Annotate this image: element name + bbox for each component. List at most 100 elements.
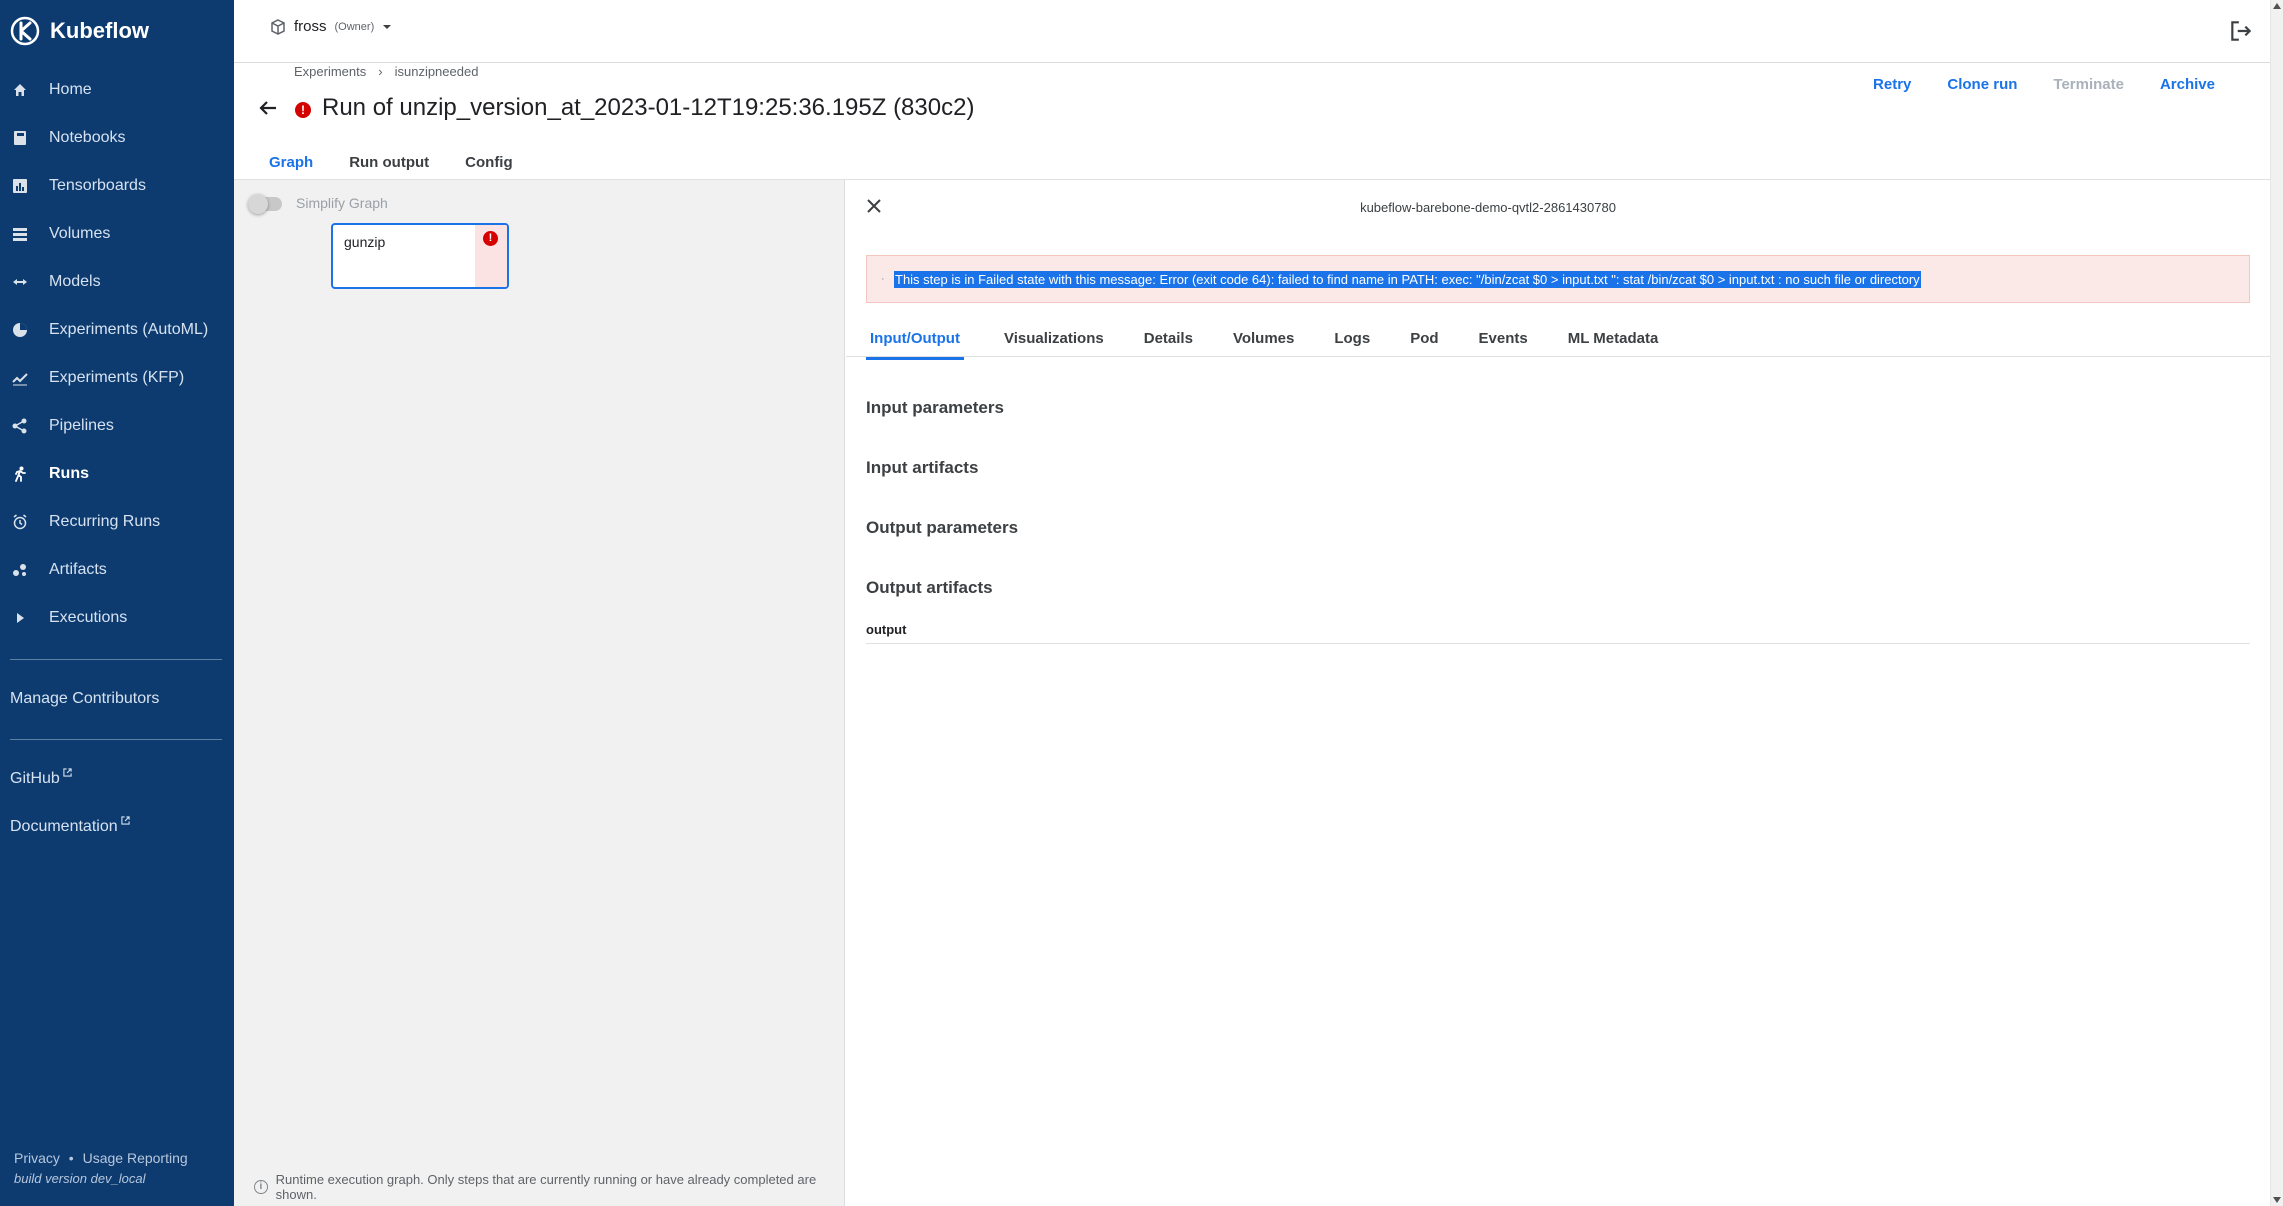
sidebar-item-volumes[interactable]: Volumes <box>0 210 234 258</box>
volumes-icon <box>10 224 30 244</box>
notebook-icon <box>10 128 30 148</box>
breadcrumb-separator: › <box>378 64 383 79</box>
sidebar-item-notebooks[interactable]: Notebooks <box>0 114 234 162</box>
sidebar-divider <box>10 739 222 740</box>
models-icon <box>10 272 30 292</box>
sidebar-nav: Home Notebooks Tensorboards Volumes Mode… <box>0 66 234 642</box>
sidebar-item-label: Notebooks <box>49 129 126 146</box>
namespace-selector[interactable]: fross (Owner) <box>270 18 392 35</box>
sidebar-item-artifacts[interactable]: Artifacts <box>0 546 234 594</box>
tab-logs[interactable]: Logs <box>1334 326 1370 360</box>
error-status-icon: ! <box>295 102 311 118</box>
footer-links: Privacy • Usage Reporting <box>14 1150 188 1166</box>
tab-events[interactable]: Events <box>1479 326 1528 360</box>
sidebar: Kubeflow Home Notebooks Tensorboards Vol… <box>0 0 234 1206</box>
sidebar-item-experiments-kfp[interactable]: Experiments (KFP) <box>0 354 234 402</box>
external-link-icon <box>63 768 72 777</box>
graph-node-status: ! <box>475 225 507 287</box>
runs-icon <box>10 464 30 484</box>
graph-node-gunzip[interactable]: gunzip ! <box>331 223 509 289</box>
simplify-graph-label: Simplify Graph <box>296 195 388 211</box>
scroll-down-icon[interactable] <box>2273 1197 2281 1203</box>
clone-run-button[interactable]: Clone run <box>1947 76 2017 93</box>
sidebar-item-models[interactable]: Models <box>0 258 234 306</box>
simplify-graph-toggle[interactable] <box>248 194 282 214</box>
breadcrumb-experiments[interactable]: Experiments <box>294 64 366 79</box>
input-artifacts-heading: Input artifacts <box>866 458 979 477</box>
output-artifact-row: output <box>866 622 2250 644</box>
tab-input-output[interactable]: Input/Output <box>866 326 964 360</box>
sidebar-item-label: Pipelines <box>49 417 114 434</box>
namespace-role: (Owner) <box>334 20 375 33</box>
sidebar-item-pipelines[interactable]: Pipelines <box>0 402 234 450</box>
caret-down-icon <box>383 24 392 29</box>
tensorboard-icon <box>10 176 30 196</box>
sidebar-item-label: Experiments (AutoML) <box>49 321 209 338</box>
logout-icon[interactable] <box>2228 18 2254 44</box>
sidebar-item-executions[interactable]: Executions <box>0 594 234 642</box>
sidebar-item-experiments-automl[interactable]: Experiments (AutoML) <box>0 306 234 354</box>
tab-details[interactable]: Details <box>1144 326 1193 360</box>
automl-icon <box>10 320 30 340</box>
sidebar-item-recurring-runs[interactable]: Recurring Runs <box>0 498 234 546</box>
sidebar-item-runs[interactable]: Runs <box>0 450 234 498</box>
graph-note: i Runtime execution graph. Only steps th… <box>254 1172 844 1202</box>
documentation-link[interactable]: Documentation <box>10 816 130 836</box>
brand[interactable]: Kubeflow <box>10 14 149 48</box>
terminate-button[interactable]: Terminate <box>2053 76 2124 93</box>
alarm-icon <box>10 512 30 532</box>
archive-button[interactable]: Archive <box>2160 76 2215 93</box>
manage-contributors-link[interactable]: Manage Contributors <box>10 690 159 708</box>
sidebar-item-label: Recurring Runs <box>49 513 161 530</box>
toggle-knob <box>248 194 268 214</box>
output-artifact-name: output <box>866 622 907 637</box>
breadcrumb-experiment-name[interactable]: isunzipneeded <box>395 64 479 79</box>
info-icon: i <box>254 1180 268 1194</box>
breadcrumb: Experiments › isunzipneeded <box>294 64 478 79</box>
sidebar-item-label: Tensorboards <box>49 177 146 194</box>
page-title: Run of unzip_version_at_2023-01-12T19:25… <box>322 94 975 121</box>
home-icon <box>10 80 30 100</box>
footer-separator: • <box>68 1150 74 1166</box>
privacy-link[interactable]: Privacy <box>14 1150 60 1166</box>
banner-bullet: · <box>881 273 885 285</box>
namespace-cube-icon <box>271 18 285 35</box>
sidebar-item-home[interactable]: Home <box>0 66 234 114</box>
tab-ml-metadata[interactable]: ML Metadata <box>1568 326 1659 360</box>
usage-reporting-link[interactable]: Usage Reporting <box>83 1150 188 1166</box>
namespace-name: fross <box>294 18 327 35</box>
back-arrow-icon[interactable] <box>256 96 280 120</box>
sidebar-item-label: Models <box>49 273 101 290</box>
sidebar-item-tensorboards[interactable]: Tensorboards <box>0 162 234 210</box>
artifacts-icon <box>10 560 30 580</box>
scroll-up-icon[interactable] <box>2273 3 2281 9</box>
sidebar-item-label: Runs <box>49 465 89 482</box>
kubeflow-logo-icon <box>10 16 40 46</box>
build-version: build version dev_local <box>14 1171 146 1186</box>
documentation-label: Documentation <box>10 818 118 835</box>
tab-volumes[interactable]: Volumes <box>1233 326 1294 360</box>
output-parameters-heading: Output parameters <box>866 518 1019 537</box>
github-link[interactable]: GitHub <box>10 768 72 788</box>
node-details-panel: kubeflow-barebone-demo-qvtl2-2861430780 … <box>846 180 2270 1206</box>
github-label: GitHub <box>10 770 60 787</box>
sidebar-item-label: Home <box>49 81 92 98</box>
error-banner: · This step is in Failed state with this… <box>866 255 2250 303</box>
page-scrollbar[interactable] <box>2270 0 2283 1206</box>
brand-name: Kubeflow <box>50 18 149 43</box>
retry-button[interactable]: Retry <box>1873 76 1911 93</box>
node-id: kubeflow-barebone-demo-qvtl2-2861430780 <box>1360 200 1616 215</box>
error-message[interactable]: This step is in Failed state with this m… <box>894 271 1921 288</box>
output-artifacts-heading: Output artifacts <box>866 578 993 597</box>
graph-node-label: gunzip <box>344 234 386 250</box>
tab-pod[interactable]: Pod <box>1410 326 1438 360</box>
run-actions: Retry Clone run Terminate Archive <box>1873 76 2215 93</box>
graph-panel: Simplify Graph gunzip ! i Runtime execut… <box>234 180 845 1206</box>
detail-tabs-divider <box>846 356 2270 357</box>
top-bar: fross (Owner) <box>234 0 2270 63</box>
tab-visualizations[interactable]: Visualizations <box>1004 326 1104 360</box>
detail-tabs: Input/Output Visualizations Details Volu… <box>866 326 1698 360</box>
sidebar-divider <box>10 659 222 660</box>
external-link-icon <box>120 816 130 825</box>
manage-contributors-label: Manage Contributors <box>10 690 160 707</box>
